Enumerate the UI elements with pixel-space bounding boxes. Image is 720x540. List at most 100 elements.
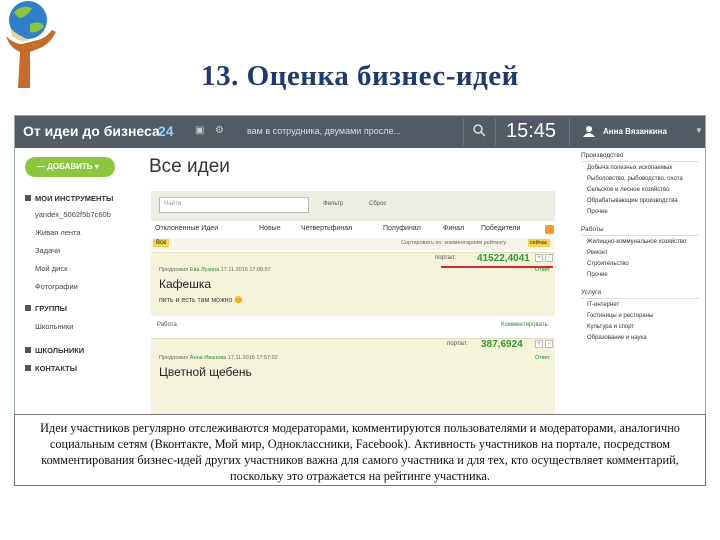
- category-divider: [581, 235, 699, 236]
- filter-button[interactable]: Фильтр: [323, 201, 343, 207]
- page-title: Все идеи: [149, 156, 230, 177]
- left-sidebar: — ДОБАВИТЬ ▾ МОИ ИНСТРУМЕНТЫ yandex_5062…: [15, 148, 139, 414]
- idea-tabs: Отклоненные Идеи Новые Четвертьфинал Пол…: [151, 225, 555, 237]
- tab-new[interactable]: Новые: [259, 225, 281, 232]
- add-button[interactable]: — ДОБАВИТЬ ▾: [25, 157, 115, 177]
- tab-semifinal[interactable]: Полуфинал: [383, 225, 421, 232]
- user-icon[interactable]: [583, 125, 595, 137]
- sidebar-groups-head[interactable]: ГРУППЫ: [25, 304, 67, 313]
- sort-now[interactable]: сейчас: [528, 239, 550, 247]
- divider: [495, 118, 496, 146]
- portal-brand[interactable]: От идеи до бизнеса: [23, 123, 160, 139]
- sort-options[interactable]: Сортировать по: комментариям рейтингу: [401, 240, 506, 246]
- top-bar: От идеи до бизнеса 24 ▣ ⚙ вам в сотрудни…: [15, 116, 705, 148]
- reset-button[interactable]: Сброс: [369, 201, 386, 207]
- category-item[interactable]: Строительство: [587, 261, 629, 267]
- folder-icon: [25, 195, 31, 201]
- vote-up-icon[interactable]: +: [535, 254, 543, 262]
- school-icon: [25, 347, 31, 353]
- vote-down-icon[interactable]: −: [545, 340, 553, 348]
- portal-label: портал:: [447, 341, 468, 347]
- idea-score: 387,6924: [481, 339, 523, 350]
- idea-card[interactable]: портал: 387,6924 + − Предложил Анна Иван…: [151, 338, 555, 414]
- category-item[interactable]: Добыча полезных ископаемых: [587, 165, 672, 171]
- category-item[interactable]: Образование и наука: [587, 335, 647, 341]
- author-name[interactable]: Ева Лузина: [190, 267, 219, 273]
- sidebar-item-feed[interactable]: Живая лента: [35, 228, 81, 237]
- tab-quarterfinal[interactable]: Четвертьфинал: [301, 225, 352, 232]
- divider: [463, 118, 464, 146]
- category-item[interactable]: Гостиницы и рестораны: [587, 313, 653, 319]
- category-item[interactable]: Обрабатывающие производства: [587, 198, 678, 204]
- divider: [569, 118, 570, 146]
- sidebar-school-head[interactable]: ШКОЛЬНИКИ: [25, 346, 84, 355]
- slide-title: 13. Оценка бизнес-идей: [201, 60, 519, 92]
- category-panel: Производство Добыча полезных ископаемых Ры…: [573, 148, 705, 414]
- category-item[interactable]: Рыболовство, рыбоводство, охота: [587, 176, 683, 182]
- search-icon[interactable]: [473, 124, 486, 137]
- sidebar-item-group[interactable]: Школьники: [35, 322, 73, 331]
- idea-author: Предложил Анна Иванова 17.11.2015 17:57:…: [159, 355, 278, 361]
- comment-link[interactable]: Комментировать: [501, 322, 548, 328]
- category-head[interactable]: Работы: [581, 226, 604, 233]
- category-item[interactable]: Жилищно-коммунальное хозяйство: [587, 239, 686, 245]
- settings-icon[interactable]: ⚙: [215, 125, 224, 136]
- user-name[interactable]: Анна Вязанкина: [603, 127, 667, 136]
- idea-category[interactable]: Работа: [157, 322, 177, 328]
- sidebar-item-photos[interactable]: Фотографии: [35, 282, 78, 291]
- sort-bar: Все Сортировать по: комментариям рейтинг…: [151, 238, 555, 250]
- author-name[interactable]: Анна Иванова: [190, 355, 226, 361]
- tab-rejected[interactable]: Отклоненные Идеи: [155, 225, 218, 232]
- sidebar-item-tasks[interactable]: Задачи: [35, 246, 60, 255]
- filter-all[interactable]: Все: [153, 239, 170, 247]
- notification-count[interactable]: 24: [158, 123, 174, 139]
- category-item[interactable]: Ремонт: [587, 250, 608, 256]
- idea-score: 41522,4041: [477, 253, 530, 264]
- idea-title[interactable]: Кафешка: [159, 277, 211, 291]
- idea-date: 17.11.2015 17:57:02: [227, 355, 278, 361]
- sidebar-tools-head[interactable]: МОИ ИНСТРУМЕНТЫ: [25, 194, 113, 203]
- chevron-down-icon[interactable]: ▼: [695, 126, 703, 135]
- groups-icon: [25, 305, 31, 311]
- reply-link[interactable]: Ответ: [535, 267, 550, 273]
- filter-box: Найти Фильтр Сброс: [151, 191, 555, 221]
- category-divider: [581, 161, 699, 162]
- add-button-label: ДОБАВИТЬ: [47, 162, 93, 171]
- rss-icon[interactable]: [545, 225, 554, 234]
- idea-date: 17.11.2015 17:08:57: [220, 267, 271, 273]
- category-item[interactable]: Сельское и лесное хозяйство: [587, 187, 669, 193]
- filter-input[interactable]: Найти: [159, 197, 309, 213]
- tab-final[interactable]: Финал: [443, 225, 464, 232]
- idea-card[interactable]: портал: 41522,4041 + − Предложил Ева Луз…: [151, 252, 555, 316]
- category-item[interactable]: Прочее: [587, 209, 608, 215]
- tab-winners[interactable]: Победители: [481, 225, 520, 232]
- idea-author: Предложил Ева Лузина 17.11.2015 17:08:57: [159, 267, 271, 273]
- reply-link[interactable]: Ответ: [535, 355, 550, 361]
- contacts-icon: [25, 365, 31, 371]
- author-label: Предложил: [159, 267, 189, 273]
- author-label: Предложил: [159, 355, 189, 361]
- category-head[interactable]: Производство: [581, 152, 623, 159]
- sidebar-section-label: ШКОЛЬНИКИ: [35, 346, 85, 355]
- vote-up-icon[interactable]: +: [535, 340, 543, 348]
- sidebar-section-label: МОИ ИНСТРУМЕНТЫ: [35, 194, 114, 203]
- live-ticker: вам в сотрудника, двумами просле...: [247, 126, 401, 136]
- category-item[interactable]: Культура и спорт: [587, 324, 634, 330]
- clock: 15:45: [506, 120, 557, 142]
- vote-down-icon[interactable]: −: [545, 254, 553, 262]
- portal-label: портал:: [435, 255, 456, 261]
- category-item[interactable]: Прочее: [587, 272, 608, 278]
- category-head[interactable]: Услуги: [581, 289, 601, 296]
- sidebar-contacts-head[interactable]: КОНТАКТЫ: [25, 364, 77, 373]
- category-item[interactable]: IT-интернет: [587, 302, 619, 308]
- idea-title[interactable]: Цветной щебень: [159, 365, 252, 379]
- slide-caption: Идеи участников регулярно отслеживаются …: [14, 414, 706, 486]
- chat-icon[interactable]: ▣: [195, 125, 204, 136]
- sidebar-item-yandex[interactable]: yandex_5062f5b7c60b: [35, 210, 111, 219]
- ideas-main: Все идеи Найти Фильтр Сброс Отклоненные …: [149, 148, 557, 414]
- sidebar-section-label: ГРУППЫ: [35, 304, 67, 313]
- sidebar-section-label: КОНТАКТЫ: [35, 364, 78, 373]
- portal-screenshot: От идеи до бизнеса 24 ▣ ⚙ вам в сотрудни…: [14, 115, 706, 415]
- idea-meta: Работа Комментировать: [151, 320, 555, 334]
- sidebar-item-disk[interactable]: Мой диск: [35, 264, 67, 273]
